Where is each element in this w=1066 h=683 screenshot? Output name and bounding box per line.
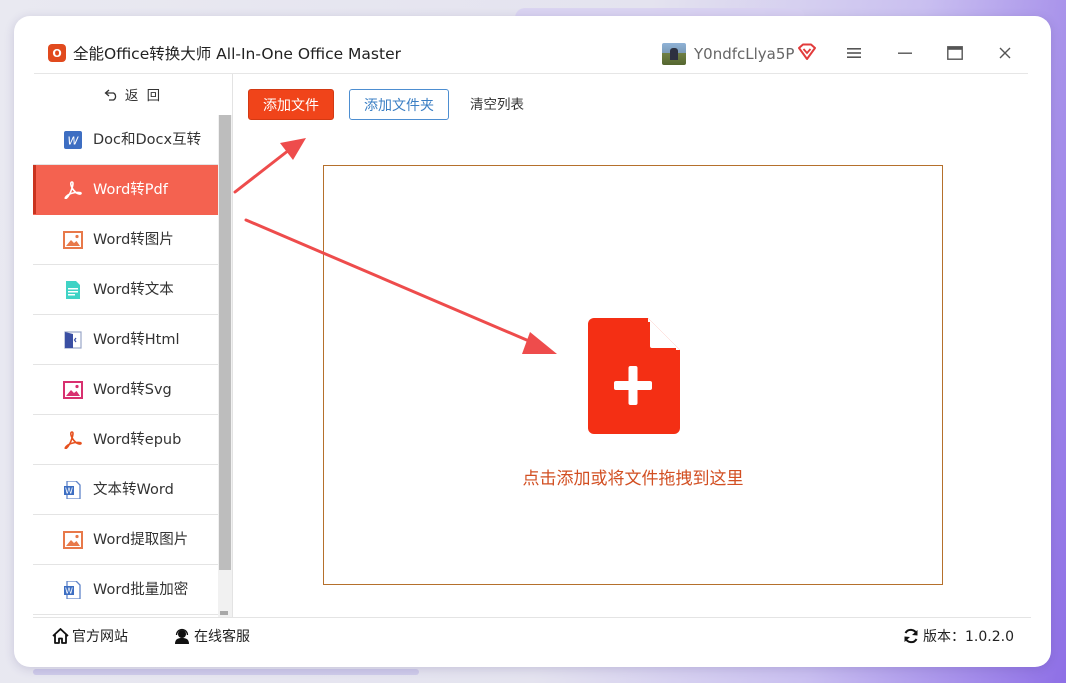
refresh-icon [904,628,918,644]
app-window: O 全能Office转换大师 All-In-One Office Master … [14,16,1051,667]
service-label: 在线客服 [194,629,250,645]
sidebar-item-text-word[interactable]: W 文本转Word [33,465,218,515]
add-file-button[interactable]: 添加文件 [248,89,334,120]
arrow-to-add-file [233,138,306,194]
sidebar-item-label: Word转Svg [93,382,172,398]
menu-button[interactable] [843,42,865,64]
sidebar-item-word-text[interactable]: Word转文本 [33,265,218,315]
word-outline-icon: W [64,481,81,499]
scroll-down-icon[interactable] [220,611,228,615]
file-add-icon [588,318,680,434]
minimize-button[interactable] [894,42,916,64]
sidebar-item-label: Word转epub [93,432,182,448]
close-icon [999,47,1011,59]
drop-hint-text: 点击添加或将文件拖拽到这里 [522,469,744,489]
avatar[interactable] [662,43,686,65]
word-encrypt-icon: W [64,581,81,599]
file-drop-zone[interactable]: 点击添加或将文件拖拽到这里 [323,165,943,585]
text-file-icon [66,281,80,299]
nav-list: W Doc和Docx互转 Word转Pdf Word转图片 Word转文本 Wo… [33,115,218,615]
maximize-button[interactable] [944,42,966,64]
username[interactable]: Y0ndfcLlya5P [694,44,794,64]
clear-list-button[interactable]: 清空列表 [470,96,524,114]
sidebar-item-word-epub[interactable]: Word转epub [33,415,218,465]
sidebar-item-label: 文本转Word [93,482,174,498]
online-service-link[interactable]: 在线客服 [173,626,250,646]
add-folder-button[interactable]: 添加文件夹 [349,89,449,120]
sidebar-item-label: Word转图片 [93,232,174,248]
sidebar-item-doc-docx[interactable]: W Doc和Docx互转 [33,115,218,165]
svg-text:W: W [68,135,80,148]
svg-image-icon [63,381,83,399]
sidebar-item-word-html[interactable]: Word转Html [33,315,218,365]
sidebar: 返 回 W Doc和Docx互转 Word转Pdf Word转图片 Word转文… [33,74,233,617]
sidebar-item-word-image[interactable]: Word转图片 [33,215,218,265]
hamburger-menu-icon [847,48,861,58]
pdf-icon [64,181,82,199]
back-label: 返 回 [124,88,163,104]
scrollbar-thumb[interactable] [219,115,231,570]
sidebar-item-word-svg[interactable]: Word转Svg [33,365,218,415]
official-website-link[interactable]: 官方网站 [52,626,128,646]
html-icon [64,331,82,349]
sidebar-item-word-extract-image[interactable]: Word提取图片 [33,515,218,565]
sidebar-scrollbar[interactable] [218,115,232,617]
background-strip [33,669,419,675]
title-bar: O 全能Office转换大师 All-In-One Office Master … [14,16,1051,74]
version-info: 版本：1.0.2.0 [903,626,1014,646]
vip-diamond-icon[interactable] [797,43,817,61]
app-logo-icon: O [48,44,66,62]
sidebar-item-label: Word批量加密 [93,582,189,598]
sidebar-item-label: Word提取图片 [93,532,189,548]
image-icon [63,231,83,249]
sidebar-item-word-pdf[interactable]: Word转Pdf [33,165,218,215]
app-title: 全能Office转换大师 All-In-One Office Master [73,45,401,63]
epub-icon [64,431,82,449]
word-doc-icon: W [64,131,82,149]
back-button[interactable]: 返 回 [33,74,233,114]
footer: 官方网站 在线客服 版本：1.0.2.0 [33,618,1031,652]
sidebar-item-label: Word转文本 [93,282,174,298]
close-button[interactable] [994,42,1016,64]
image-extract-icon [63,531,83,549]
sidebar-item-label: Word转Html [93,332,180,348]
version-label: 版本：1.0.2.0 [923,629,1014,645]
sidebar-item-label: Word转Pdf [93,182,168,198]
sidebar-item-word-encrypt[interactable]: W Word批量加密 [33,565,218,615]
back-arrow-icon [104,89,117,101]
customer-service-icon [175,628,189,644]
home-icon [52,628,69,644]
sidebar-item-label: Doc和Docx互转 [93,132,202,148]
maximize-icon [947,46,963,60]
svg-text:W: W [65,587,73,596]
svg-text:W: W [65,487,73,496]
website-label: 官方网站 [72,629,128,645]
minimize-icon [898,52,912,54]
